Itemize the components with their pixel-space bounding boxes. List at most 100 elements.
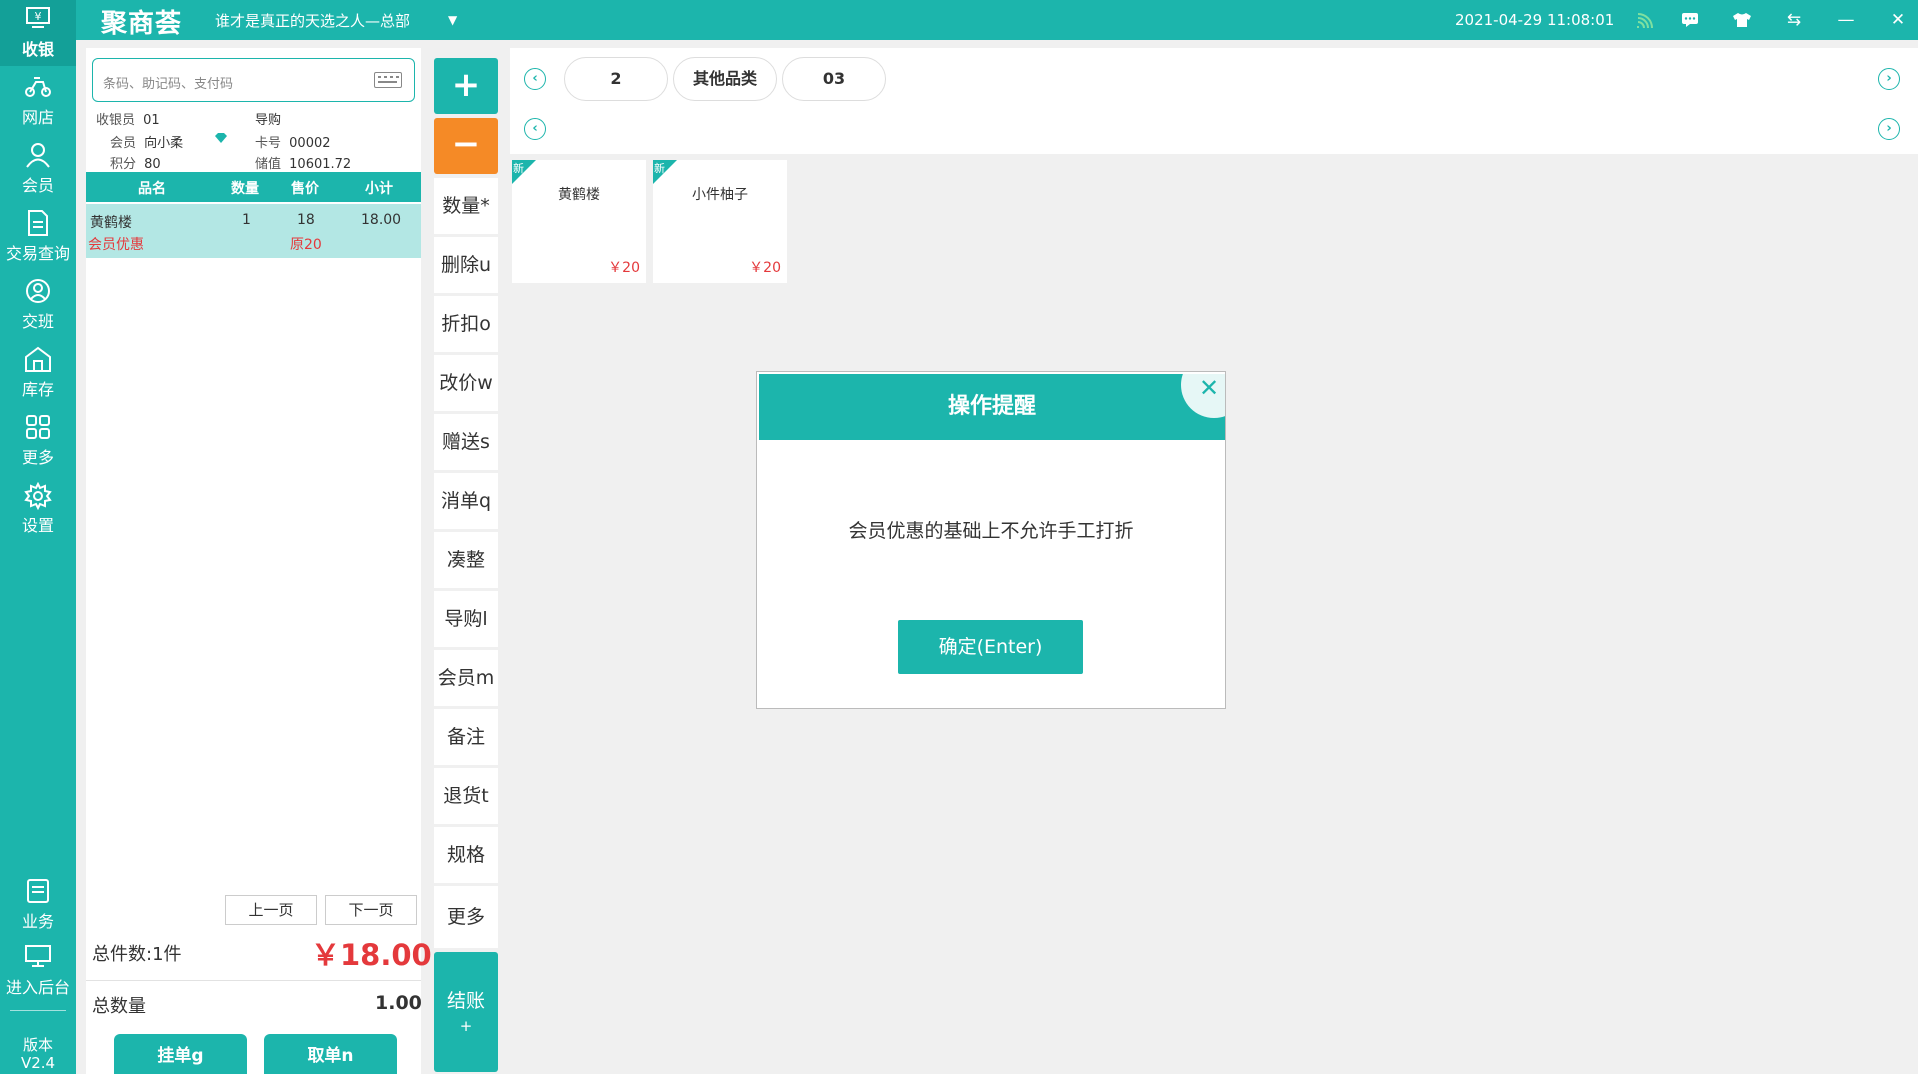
wifi-icon (1633, 8, 1657, 32)
close-icon[interactable]: ✕ (1886, 8, 1910, 32)
new-badge-text: 新 (654, 162, 665, 175)
more-actions-button[interactable]: 更多 (434, 886, 498, 948)
change-price-button[interactable]: 改价w (434, 355, 498, 411)
swap-icon[interactable]: ⇆ (1782, 8, 1806, 32)
category-tab[interactable]: 其他品类 (673, 57, 777, 101)
spec-button[interactable]: 规格 (434, 827, 498, 883)
item-price: 18 (297, 212, 315, 228)
total-qty-value: 1.00 (375, 992, 422, 1014)
gear-icon (23, 481, 53, 511)
app-logo: 聚商荟 (101, 9, 183, 39)
column-header: 品名 (138, 181, 166, 197)
add-quantity-button[interactable]: + (434, 58, 498, 114)
table-header: 品名 数量 售价 小计 (86, 172, 421, 202)
checkout-shortcut: + (459, 1017, 473, 1035)
return-button[interactable]: 退货t (434, 768, 498, 824)
table-row[interactable]: 黄鹤楼 1 18 18.00 会员优惠 原20 (86, 204, 421, 258)
version-label: 版本 (22, 1036, 53, 1054)
item-subtotal: 18.00 (361, 212, 402, 228)
clipboard-icon (23, 878, 53, 906)
nav-item-member[interactable]: 会员 (0, 136, 76, 202)
message-icon[interactable] (1678, 8, 1702, 32)
total-amount: ￥18.00 (311, 938, 432, 972)
member-info: 会员 向小柔 (110, 136, 184, 151)
nav-item-online-store[interactable]: 网店 (0, 68, 76, 134)
next-page-button[interactable]: 下一页 (325, 895, 417, 925)
void-order-button[interactable]: 消单q (434, 473, 498, 529)
document-icon (23, 210, 53, 238)
checkout-label: 结账 (446, 990, 485, 1012)
keyboard-icon[interactable] (374, 72, 402, 88)
search-placeholder: 条码、助记码、支付码 (103, 77, 234, 92)
round-off-button[interactable]: 凑整 (434, 532, 498, 588)
divider (86, 980, 421, 981)
chevron-right-icon[interactable]: › (1878, 68, 1900, 90)
category-bar: ‹ 2 其他品类 03 › ‹ › (510, 48, 1918, 154)
minimize-icon[interactable]: — (1834, 8, 1858, 32)
member-button[interactable]: 会员m (434, 650, 498, 706)
stored-value-info: 储值 10601.72 (255, 157, 352, 172)
alert-dialog: 操作提醒 ✕ 会员优惠的基础上不允许手工打折 确定(Enter) (756, 371, 1226, 709)
card-info: 卡号 00002 (255, 136, 331, 151)
new-badge-text: 新 (513, 162, 524, 175)
chevron-left-icon[interactable]: ‹ (524, 68, 546, 90)
grid-icon (23, 414, 53, 442)
category-tab[interactable]: 03 (782, 57, 886, 101)
nav-item-transactions[interactable]: 交易查询 (0, 204, 76, 270)
hold-order-button[interactable]: 挂单g (114, 1034, 247, 1074)
column-header: 数量 (231, 181, 259, 197)
item-qty: 1 (242, 212, 251, 228)
chevron-right-icon[interactable]: › (1878, 118, 1900, 140)
gift-button[interactable]: 赠送s (434, 414, 498, 470)
nav-item-settings[interactable]: 设置 (0, 476, 76, 542)
shirt-icon[interactable] (1730, 8, 1754, 32)
quantity-button[interactable]: 数量* (434, 178, 498, 234)
discount-button[interactable]: 折扣o (434, 296, 498, 352)
dialog-close-button[interactable]: ✕ (1181, 374, 1225, 418)
item-original-price: 原20 (290, 237, 322, 253)
cash-register-icon: ¥ (23, 6, 53, 34)
product-price: ￥20 (608, 260, 640, 276)
product-card[interactable]: 新 黄鹤楼 ￥20 (512, 160, 646, 283)
checkout-button[interactable]: 结账 + (434, 952, 498, 1072)
guide-button[interactable]: 导购l (434, 591, 498, 647)
search-input[interactable]: 条码、助记码、支付码 (92, 58, 415, 102)
confirm-button[interactable]: 确定(Enter) (898, 620, 1083, 674)
version-number: V2.4 (20, 1054, 56, 1072)
product-card[interactable]: 新 小件柚子 ￥20 (653, 160, 787, 283)
item-name: 黄鹤楼 (90, 215, 132, 231)
nav-item-backend[interactable]: 进入后台 (0, 938, 76, 1004)
subtract-quantity-button[interactable]: − (434, 118, 498, 174)
chevron-left-icon[interactable]: ‹ (524, 118, 546, 140)
store-name[interactable]: 谁才是真正的天选之人—总部 (215, 10, 410, 31)
delete-button[interactable]: 删除u (434, 237, 498, 293)
nav-item-inventory[interactable]: 库存 (0, 340, 76, 406)
warehouse-icon (23, 346, 53, 374)
chevron-down-icon[interactable]: ▼ (448, 13, 457, 27)
monitor-icon (23, 944, 53, 972)
guide-label: 导购 (255, 113, 282, 128)
category-tab[interactable]: 2 (564, 57, 668, 101)
nav-item-business[interactable]: 业务 (0, 872, 76, 938)
retrieve-order-button[interactable]: 取单n (264, 1034, 397, 1074)
product-price: ￥20 (749, 260, 781, 276)
nav-item-cashier[interactable]: ¥ 收银 (0, 0, 76, 66)
dialog-title: 操作提醒 (947, 394, 1036, 419)
total-qty-label: 总数量 (92, 996, 146, 1017)
shift-icon (23, 278, 53, 306)
delivery-bike-icon (23, 74, 53, 102)
left-nav: ¥ 收银 网店 会员 交易查询 交班 库存 更多 设置 业务 进入后台 版本 V… (0, 0, 76, 1074)
datetime: 2021-04-29 11:08:01 (1455, 11, 1615, 29)
column-header: 售价 (291, 181, 319, 197)
nav-item-shift[interactable]: 交班 (0, 272, 76, 338)
dialog-message: 会员优惠的基础上不允许手工打折 (848, 520, 1134, 542)
remark-button[interactable]: 备注 (434, 709, 498, 765)
product-name: 黄鹤楼 (558, 187, 600, 203)
nav-item-more[interactable]: 更多 (0, 408, 76, 474)
dialog-header: 操作提醒 ✕ (759, 374, 1225, 440)
cashier-info: 收银员 01 (96, 113, 160, 128)
column-header: 小计 (365, 181, 393, 197)
diamond-icon (214, 132, 228, 148)
top-bar: 聚商荟 谁才是真正的天选之人—总部 ▼ 2021-04-29 11:08:01 … (0, 0, 1918, 40)
prev-page-button[interactable]: 上一页 (225, 895, 317, 925)
